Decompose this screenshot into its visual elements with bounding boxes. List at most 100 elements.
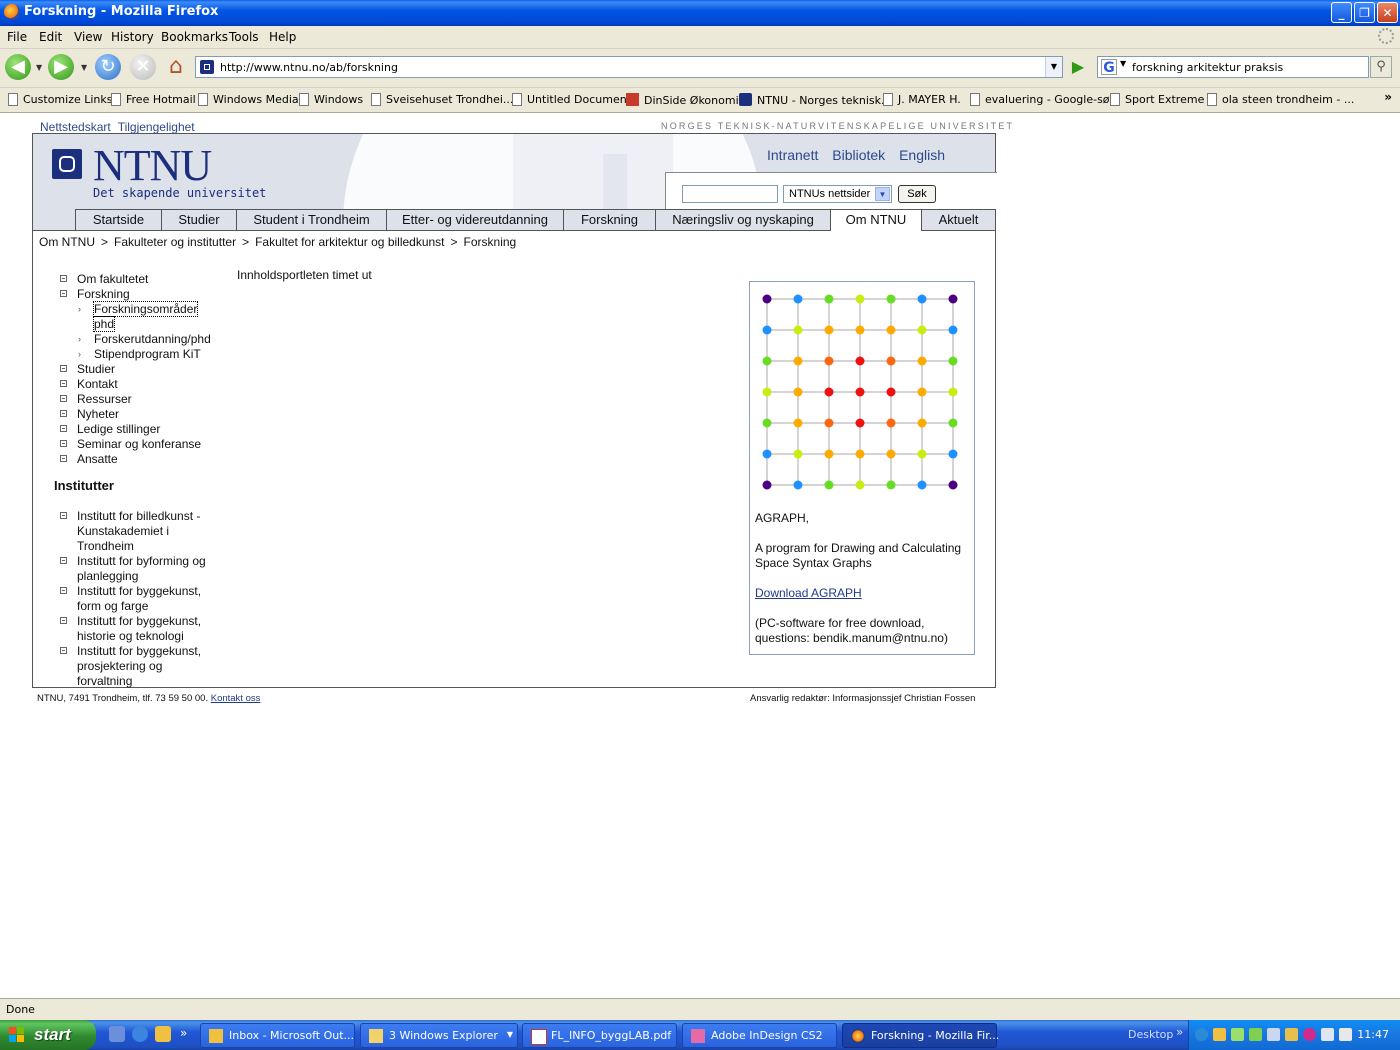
nav-forskning[interactable]: Forskning [77,287,130,301]
menu-view[interactable]: View [74,30,102,44]
ie-icon[interactable] [132,1026,148,1042]
nav-forskerutdanning[interactable]: Forskerutdanning/phd [94,332,211,346]
tab-aktuelt[interactable]: Aktuelt [921,209,996,230]
institute-link[interactable]: Institutt for byggekunst, form og farge [77,584,201,613]
nav-nyheter[interactable]: Nyheter [77,407,119,421]
contact-link[interactable]: Kontakt oss [211,693,261,704]
tab-etter-og-videreutdanning[interactable]: Etter- og videreutdanning [386,209,563,230]
expand-icon[interactable] [60,512,67,519]
tray-app-icon[interactable] [1285,1028,1298,1041]
bookmark-item[interactable]: Sveisehuset Trondhei... [371,93,513,106]
bookmark-item[interactable]: ola steen trondheim - ... [1207,93,1354,106]
taskbar-item-explorer[interactable]: 3 Windows Explorer ▼ [360,1023,518,1048]
network-icon[interactable] [1231,1028,1244,1041]
tray-collapse-icon[interactable] [1195,1028,1208,1041]
nav-forskningsomrader[interactable]: Forskningsområder [92,301,199,317]
bookmark-item[interactable]: Sport Extreme [1110,93,1204,106]
expand-icon[interactable] [60,647,67,654]
expand-icon[interactable] [60,365,67,372]
desktop-toolbar-label[interactable]: Desktop [1128,1028,1173,1041]
expand-icon[interactable] [60,440,67,447]
ntnu-logo-icon[interactable] [52,149,82,179]
menu-bookmarks[interactable]: Bookmarks [161,30,228,44]
search-bar[interactable]: G ▼ forskning arkitektur praksis [1097,56,1369,78]
tools-icon[interactable] [1321,1028,1334,1041]
download-agraph-link[interactable]: Download AGRAPH [755,586,862,600]
bookmark-item[interactable]: evaluering - Google-søk [970,93,1116,106]
site-search-scope-select[interactable]: NTNUs nettsider ▼ [783,185,892,203]
bookmark-item[interactable]: NTNU - Norges teknisk... [739,93,892,107]
chevron-down-icon[interactable]: ▼ [875,187,890,201]
forward-button[interactable]: ▶ [48,54,74,80]
maximize-button[interactable]: ❐ [1354,2,1375,23]
tab-naeringsliv[interactable]: Næringsliv og nyskaping [655,209,830,230]
breadcrumb-item[interactable]: Fakultet for arkitektur og billedkunst [255,235,444,249]
expand-icon[interactable] [60,410,67,417]
display-icon[interactable] [1339,1028,1352,1041]
expand-icon[interactable] [60,617,67,624]
nav-ledige-stillinger[interactable]: Ledige stillinger [77,422,160,436]
nav-ansatte[interactable]: Ansatte [77,452,118,466]
google-engine-icon[interactable]: G [1101,59,1117,76]
taskbar-item-pdf[interactable]: FL_INFO_byggLAB.pdf [522,1023,677,1048]
forward-history-dropdown-icon[interactable]: ▼ [81,63,87,72]
taskbar-item-outlook[interactable]: Inbox - Microsoft Out... [200,1023,355,1048]
institute-link[interactable]: Institutt for byggekunst, historie og te… [77,614,201,643]
menu-help[interactable]: Help [269,30,296,44]
bibliotek-link[interactable]: Bibliotek [832,147,885,163]
menu-history[interactable]: History [111,30,154,44]
nav-studier[interactable]: Studier [77,362,115,376]
intranett-link[interactable]: Intranett [767,147,818,163]
taskbar-item-indesign[interactable]: Adobe InDesign CS2 [682,1023,837,1048]
site-search-button[interactable]: Søk [898,185,936,203]
institute-link[interactable]: Institutt for byforming og planlegging [77,554,206,583]
breadcrumb-item[interactable]: Forskning [464,235,517,249]
expand-icon[interactable] [60,290,67,297]
ntnu-logo-text[interactable]: NTNU [93,140,212,191]
taskbar-item-firefox[interactable]: Forskning - Mozilla Fir... [842,1023,999,1048]
url-bar[interactable]: http://www.ntnu.no/ab/forskning ▼ [195,56,1063,78]
expand-icon[interactable] [60,557,67,564]
tab-student-i-trondheim[interactable]: Student i Trondheim [236,209,386,230]
go-button[interactable]: ▶ [1068,57,1088,77]
bookmark-item[interactable]: Untitled Document [512,93,631,106]
institute-link[interactable]: Institutt for byggekunst, prosjektering … [77,644,201,688]
quicklaunch-icon[interactable] [109,1026,125,1042]
minimize-button[interactable]: _ [1331,2,1352,23]
back-button[interactable]: ◀ [5,54,31,80]
expand-icon[interactable] [60,587,67,594]
url-dropdown-icon[interactable]: ▼ [1045,57,1062,77]
back-history-dropdown-icon[interactable]: ▼ [36,63,42,72]
expand-icon[interactable] [60,380,67,387]
institute-link[interactable]: Institutt for billedkunst - Kunstakademi… [77,509,200,553]
nav-kontakt[interactable]: Kontakt [77,377,118,391]
quicklaunch-more-icon[interactable]: » [180,1026,196,1042]
breadcrumb-item[interactable]: Fakulteter og institutter [114,235,236,249]
bookmarks-overflow-icon[interactable]: » [1384,90,1392,104]
menu-file[interactable]: File [7,30,27,44]
bookmark-item[interactable]: Customize Links [8,93,113,106]
accessibility-link[interactable]: Tilgjengelighet [118,120,195,134]
nav-seminar[interactable]: Seminar og konferanse [77,437,201,451]
start-button[interactable]: start [0,1020,96,1050]
bookmark-item[interactable]: Windows [299,93,363,106]
bookmark-item[interactable]: Windows Media [198,93,299,106]
stop-button[interactable]: ✕ [130,54,156,80]
expand-icon[interactable] [60,395,67,402]
bookmark-item[interactable]: J. MAYER H. [883,93,961,106]
group-dropdown-icon[interactable]: ▼ [507,1030,513,1039]
tab-studier[interactable]: Studier [161,209,236,230]
expand-icon[interactable] [60,425,67,432]
expand-icon[interactable] [60,275,67,282]
tray-app-icon[interactable] [1213,1028,1226,1041]
signal-icon[interactable] [1249,1028,1262,1041]
bluetooth-icon[interactable] [1303,1028,1316,1041]
english-link[interactable]: English [899,147,945,163]
toolbar-expand-icon[interactable]: » [1176,1025,1183,1039]
site-search-input[interactable] [682,185,778,203]
menu-tools[interactable]: Tools [229,30,259,44]
expand-icon[interactable] [60,455,67,462]
breadcrumb-item[interactable]: Om NTNU [39,235,95,249]
search-query-text[interactable]: forskning arkitektur praksis [1132,61,1283,74]
outlook-icon[interactable] [155,1026,171,1042]
